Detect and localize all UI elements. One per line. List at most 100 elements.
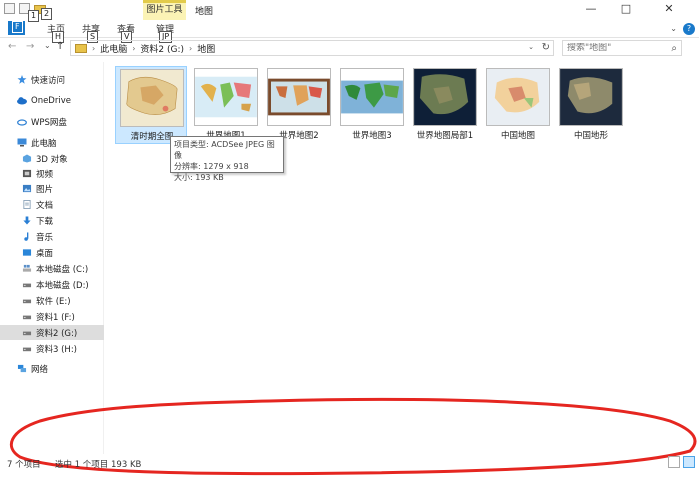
sidebar-item-drive-g[interactable]: 资料2 (G:) (0, 325, 104, 340)
drive-icon (22, 347, 32, 352)
breadcrumb-maps[interactable]: 地图 (197, 42, 215, 55)
sidebar-item-downloads[interactable]: 下载 (0, 213, 104, 228)
sidebar-item-label: WPS网盘 (31, 117, 67, 128)
navigation-bar: ← → ⌄ ↑ › 此电脑 › 资料2 (G:) › 地图 ⌄ ↻ ⌕ (0, 38, 699, 58)
drive-icon (22, 315, 32, 320)
sidebar-item-drive-h[interactable]: 资料3 (H:) (0, 341, 104, 356)
star-icon (17, 75, 27, 84)
breadcrumb-separator: › (92, 43, 96, 53)
folder-icon (75, 43, 87, 53)
map-thumbnail (194, 68, 258, 126)
file-item[interactable]: 中国地图 (482, 66, 554, 144)
up-button[interactable]: ↑ (56, 41, 64, 52)
sidebar-item-label: 资料1 (F:) (36, 312, 75, 323)
item-count: 7 个项目 (7, 460, 41, 470)
map-thumbnail (340, 68, 404, 126)
document-icon (23, 200, 31, 209)
file-list: 清时期全图 世界地图1 世界地图2 世界地图3 (104, 58, 699, 454)
sidebar-item-quick-access[interactable]: 快速访问 (0, 72, 104, 87)
window-title: 地图 (195, 7, 214, 17)
map-thumbnail (559, 68, 623, 126)
map-thumbnail (120, 69, 184, 127)
key-tip-f: F (12, 21, 23, 33)
sidebar-item-music[interactable]: 音乐 (0, 229, 104, 244)
file-item[interactable]: 中国地形 (555, 66, 627, 144)
music-icon (24, 232, 29, 241)
file-name: 中国地形 (573, 131, 608, 141)
recent-locations-button[interactable]: ⌄ (44, 41, 51, 50)
sidebar-item-label: 网络 (31, 364, 49, 375)
cube-icon (22, 154, 32, 163)
film-icon (22, 169, 32, 178)
sidebar-item-drive-d[interactable]: 本地磁盘 (D:) (0, 277, 104, 292)
minimize-button[interactable]: — (576, 2, 606, 16)
download-icon (23, 216, 31, 225)
sidebar-item-wps[interactable]: WPS网盘 (0, 114, 104, 129)
sidebar-item-drive-c[interactable]: 本地磁盘 (C:) (0, 261, 104, 276)
close-button[interactable]: ✕ (654, 2, 684, 16)
drive-icon (22, 299, 32, 304)
sidebar-item-videos[interactable]: 视频 (0, 166, 104, 181)
file-item[interactable]: 世界地图1 (190, 66, 262, 144)
sidebar-item-pictures[interactable]: 图片 (0, 181, 104, 196)
forward-button[interactable]: → (26, 41, 34, 52)
sidebar-item-desktop[interactable]: 桌面 (0, 245, 104, 260)
windows-drive-icon (22, 264, 32, 272)
status-bar: 7 个项目 选中 1 个项目 193 KB (0, 456, 699, 470)
help-icon[interactable]: ? (683, 23, 695, 35)
sidebar-item-label: 图片 (36, 184, 54, 195)
sidebar-item-label: 文档 (36, 200, 54, 211)
tooltip-resolution: 分辨率: 1279 x 918 (174, 162, 249, 171)
file-item[interactable]: 世界地图2 (263, 66, 335, 144)
address-dropdown-icon[interactable]: ⌄ (528, 43, 534, 51)
title-bar: 1 2 图片工具 地图 — □ ✕ (0, 0, 699, 22)
tooltip-type: 项目类型: ACDSee JPEG 图像 (174, 140, 275, 160)
file-item[interactable]: 世界地图局部1 (409, 66, 481, 144)
back-button[interactable]: ← (8, 41, 16, 52)
sidebar-item-label: 软件 (E:) (36, 296, 71, 307)
sidebar-item-label: 下载 (36, 216, 54, 227)
large-icons-view-icon[interactable] (683, 456, 695, 468)
sidebar-item-onedrive[interactable]: OneDrive (0, 93, 104, 108)
sidebar-item-label: 视频 (36, 169, 54, 180)
key-tip-2: 2 (41, 8, 53, 20)
file-item[interactable]: 世界地图3 (336, 66, 408, 144)
maximize-button[interactable]: □ (611, 2, 641, 16)
navigation-pane: 快速访问 OneDrive WPS网盘 此电脑 3D 对象 视频 图片 文档 下… (0, 62, 104, 454)
file-item[interactable]: 清时期全图 (115, 66, 187, 144)
picture-tools-group: 图片工具 (143, 0, 186, 20)
search-icon[interactable]: ⌕ (671, 43, 677, 54)
sidebar-item-this-pc[interactable]: 此电脑 (0, 135, 104, 150)
breadcrumb-separator[interactable]: › (189, 44, 192, 53)
desktop-icon (22, 249, 32, 256)
computer-icon (17, 138, 27, 147)
breadcrumb-drive-g[interactable]: 资料2 (G:) (140, 42, 184, 55)
properties-icon[interactable] (4, 3, 15, 14)
sidebar-item-label: 此电脑 (31, 138, 57, 149)
map-thumbnail (486, 68, 550, 126)
ribbon-tabs: 文 F 主页 共享 查看 管理 H S V JP ⌄ ? (0, 20, 699, 43)
sidebar-item-label: 3D 对象 (36, 154, 68, 165)
sidebar-item-3d-objects[interactable]: 3D 对象 (0, 151, 104, 166)
tooltip-size: 大小: 193 KB (174, 173, 224, 182)
sidebar-item-network[interactable]: 网络 (0, 361, 104, 376)
drive-icon (22, 331, 32, 336)
map-thumbnail (267, 68, 331, 126)
search-box[interactable]: ⌕ (562, 40, 682, 56)
sidebar-item-drive-e[interactable]: 软件 (E:) (0, 293, 104, 308)
drive-icon (22, 283, 32, 288)
sidebar-item-label: 资料2 (G:) (36, 328, 78, 339)
breadcrumb-this-pc[interactable]: 此电脑 (100, 42, 127, 55)
details-view-icon[interactable] (668, 456, 680, 468)
search-input[interactable] (567, 43, 662, 53)
breadcrumb-separator[interactable]: › (132, 44, 135, 53)
chevron-down-icon[interactable]: ⌄ (670, 24, 677, 33)
sidebar-item-drive-f[interactable]: 资料1 (F:) (0, 309, 104, 324)
sidebar-item-documents[interactable]: 文档 (0, 197, 104, 212)
address-bar[interactable]: › 此电脑 › 资料2 (G:) › 地图 ⌄ ↻ (70, 40, 554, 56)
cloud-icon (17, 97, 27, 105)
picture-icon (22, 184, 32, 193)
file-info-tooltip: 项目类型: ACDSee JPEG 图像 分辨率: 1279 x 918 大小:… (170, 136, 284, 182)
sidebar-item-label: 音乐 (36, 232, 54, 243)
refresh-icon[interactable]: ↻ (542, 42, 550, 53)
